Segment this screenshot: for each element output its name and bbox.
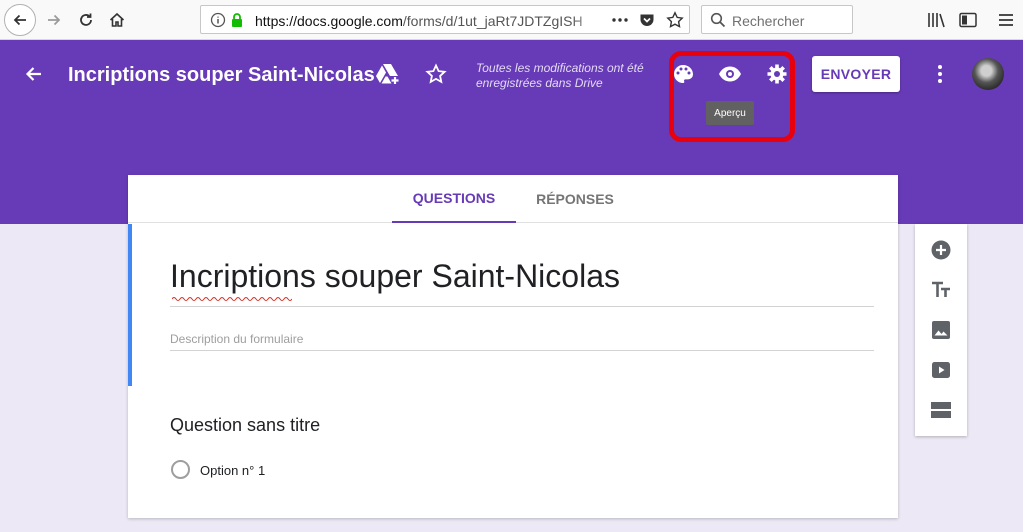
tab-questions[interactable]: QUESTIONS: [392, 175, 516, 223]
image-icon: [932, 321, 950, 339]
star-outline-icon[interactable]: [666, 11, 684, 29]
info-icon: [210, 12, 226, 28]
more-options-button[interactable]: [926, 60, 954, 88]
star-icon: [425, 63, 447, 84]
form-title-section[interactable]: Incriptions souper Saint-Nicolas Descrip…: [128, 224, 898, 386]
header-form-title: Incriptions souper Saint-Nicolas: [68, 64, 375, 86]
drive-add-button[interactable]: [374, 60, 402, 88]
add-image-button[interactable]: [929, 318, 953, 342]
annotation-highlight-box: [669, 51, 795, 142]
sidebar-icon[interactable]: [956, 8, 980, 32]
more-horizontal-icon[interactable]: [611, 12, 629, 28]
back-button[interactable]: [4, 4, 36, 36]
home-icon: [109, 12, 125, 27]
arrow-back-icon: [25, 67, 41, 81]
pocket-icon[interactable]: [638, 11, 656, 29]
section-icon: [931, 402, 951, 418]
hamburger-menu-icon[interactable]: [994, 8, 1018, 32]
back-arrow-button[interactable]: [20, 60, 48, 88]
library-icon[interactable]: [924, 8, 948, 32]
add-question-button[interactable]: [929, 238, 953, 262]
title-underline: [170, 306, 874, 307]
reload-button[interactable]: [70, 4, 102, 36]
saved-status-note: Toutes les modifications ont été enregis…: [476, 61, 644, 90]
lock-icon: [232, 13, 242, 27]
url-bar[interactable]: https://docs.google.com/forms/d/1ut_jaRt…: [200, 5, 690, 34]
title-text-icon: [932, 281, 950, 297]
spellcheck-underline: [172, 297, 292, 301]
option-label[interactable]: Option n° 1: [200, 463, 265, 478]
drive-add-icon: [376, 64, 399, 84]
url-text: https://docs.google.com/forms/d/1ut_jaRt…: [255, 13, 605, 29]
add-video-button[interactable]: [929, 358, 953, 382]
url-host: https://docs.google.com: [255, 13, 403, 29]
avatar[interactable]: [972, 58, 1004, 90]
question-title[interactable]: Question sans titre: [170, 415, 320, 436]
star-button[interactable]: [422, 60, 450, 88]
description-underline: [170, 350, 874, 351]
form-title[interactable]: Incriptions souper Saint-Nicolas: [170, 258, 620, 295]
add-section-button[interactable]: [929, 398, 953, 422]
add-title-button[interactable]: [929, 278, 953, 302]
url-fade: [571, 8, 607, 32]
send-button[interactable]: ENVOYER: [812, 56, 900, 92]
forward-button[interactable]: [38, 4, 70, 36]
search-icon: [710, 12, 726, 28]
description-input[interactable]: Description du formulaire: [170, 332, 303, 346]
browser-toolbar: https://docs.google.com/forms/d/1ut_jaRt…: [0, 0, 1023, 40]
search-placeholder: Rechercher: [732, 13, 805, 29]
arrow-left-icon: [13, 14, 26, 26]
video-icon: [932, 362, 950, 378]
add-circle-icon: [931, 240, 951, 260]
tab-responses[interactable]: RÉPONSES: [522, 175, 628, 223]
home-button[interactable]: [101, 4, 133, 36]
reload-icon: [80, 13, 92, 26]
arrow-right-icon: [48, 14, 61, 26]
option-radio[interactable]: [171, 460, 190, 479]
side-toolbar: [915, 224, 967, 436]
tabs-bar: QUESTIONS RÉPONSES: [128, 175, 898, 223]
form-card: QUESTIONS RÉPONSES Incriptions souper Sa…: [128, 175, 898, 518]
url-path: /forms/d/1ut_jaRt7JDTZgISH: [402, 13, 583, 29]
search-bar[interactable]: Rechercher: [701, 5, 853, 34]
more-vertical-icon: [938, 65, 942, 83]
